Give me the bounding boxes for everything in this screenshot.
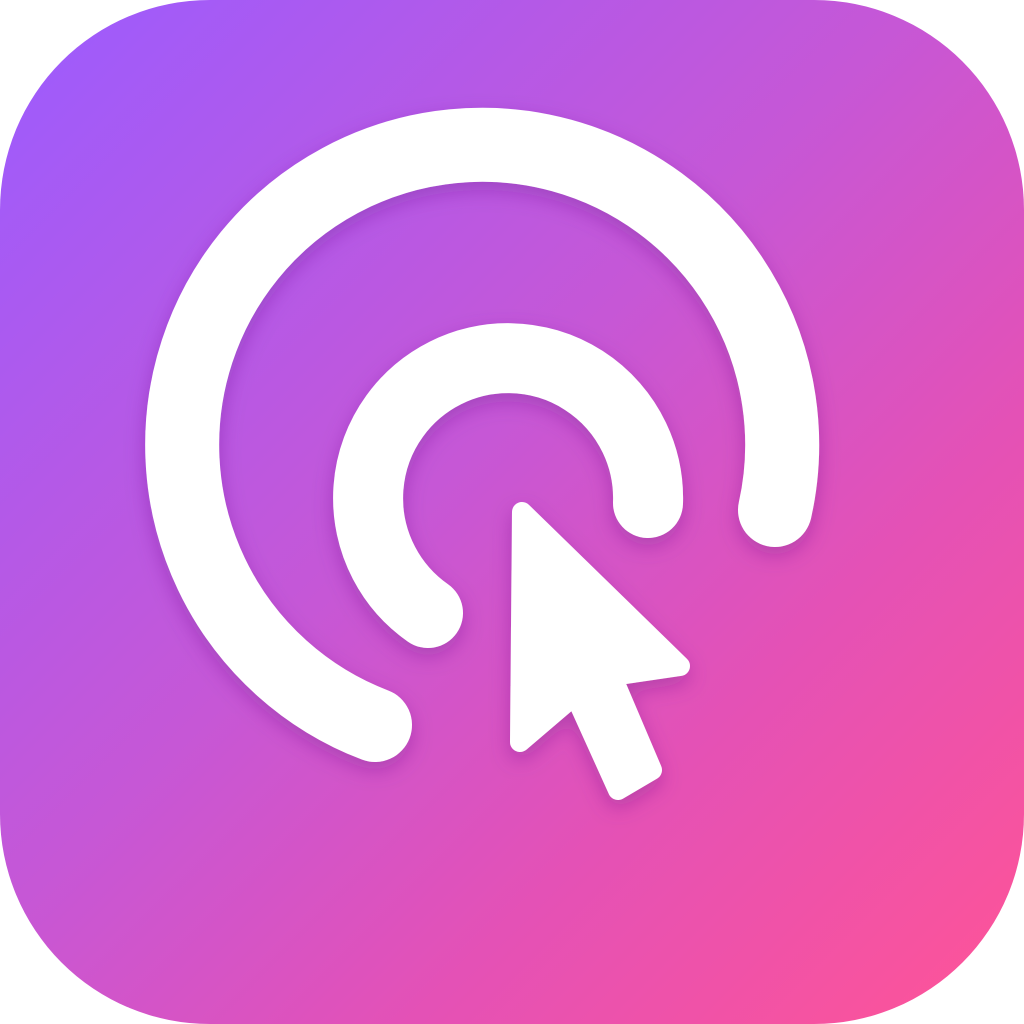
- click-ripple-inner-icon: [333, 323, 684, 648]
- cursor-arrow-icon: [510, 502, 690, 800]
- app-icon[interactable]: [0, 0, 1024, 1024]
- click-ripple-outer-icon: [145, 107, 820, 762]
- click-tap-icon: [145, 107, 820, 800]
